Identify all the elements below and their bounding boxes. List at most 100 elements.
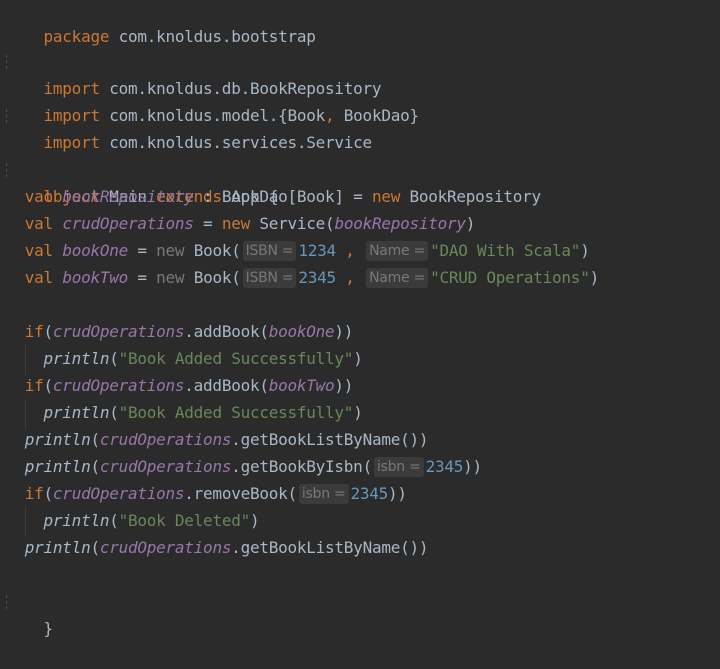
open-paren: ( xyxy=(109,349,119,368)
method-getbooklistbyname: .getBookListByName()) xyxy=(231,430,429,449)
keyword-import: import xyxy=(43,133,101,152)
string-literal: "CRUD Operations" xyxy=(430,268,590,287)
close-parens: )) xyxy=(334,376,354,395)
fold-marker-icon[interactable] xyxy=(6,55,10,69)
param-hint: Name = xyxy=(366,241,429,261)
comma: , xyxy=(335,268,365,287)
close-parens: )) xyxy=(388,484,407,503)
close-paren: ) xyxy=(589,268,600,287)
keyword-val: val xyxy=(24,268,53,287)
keyword-val: val xyxy=(24,187,53,206)
var-bookone: bookOne xyxy=(62,241,128,260)
code-line-val-booktwo: val bookTwo = new Book(ISBN = 2345 , Name… xyxy=(6,264,599,291)
keyword-new: new xyxy=(156,241,185,260)
code-line-println-deleted: println("Book Deleted") xyxy=(6,507,260,534)
keyword-if: if xyxy=(24,484,44,503)
fold-marker-icon[interactable] xyxy=(6,163,10,177)
code-line-object: object Main extends App { xyxy=(6,156,278,206)
method-getbooklistbyname: .getBookListByName()) xyxy=(231,538,429,557)
string-literal: "Book Added Successfully" xyxy=(118,403,354,422)
equals: = xyxy=(128,268,157,287)
param-hint: ISBN = xyxy=(242,241,297,261)
function-println: println xyxy=(43,403,110,422)
method-addbook: .addBook( xyxy=(184,322,269,341)
var-crudoperations: crudOperations xyxy=(52,376,185,395)
number-literal: 2345 xyxy=(425,457,464,476)
code-line-val-bookone: val bookOne = new Book(ISBN = 1234 , Name… xyxy=(6,237,590,264)
open-paren: ( xyxy=(43,322,54,341)
var-bookrepository: bookRepository xyxy=(334,214,466,233)
code-line-if-addbook-two: if(crudOperations.addBook(bookTwo)) xyxy=(6,372,354,399)
string-literal: "Book Added Successfully" xyxy=(118,349,354,368)
comma: , xyxy=(335,241,365,260)
function-println: println xyxy=(43,511,110,530)
var-crudoperations: crudOperations xyxy=(52,484,185,503)
function-println: println xyxy=(24,538,91,557)
open-paren: ( xyxy=(109,403,119,422)
code-line-val-bookrepository: val bookRepository : BookDao[Book] = new… xyxy=(6,183,541,210)
class-name: Book( xyxy=(184,268,241,287)
open-paren: ( xyxy=(90,538,100,557)
number-literal: 2345 xyxy=(350,484,389,503)
close-paren: ) xyxy=(249,511,260,530)
open-paren: ( xyxy=(43,484,54,503)
keyword-val: val xyxy=(24,241,53,260)
code-line-println-byisbn: println(crudOperations.getBookByIsbn(isb… xyxy=(6,453,482,480)
code-line-if-removebook: if(crudOperations.removeBook(isbn = 2345)… xyxy=(6,480,407,507)
code-line-import-1: import com.knoldus.db.BookRepository xyxy=(6,48,382,98)
param-hint: Name = xyxy=(366,268,429,288)
code-line-package: package com.knoldus.bootstrap xyxy=(6,0,316,46)
var-crudoperations: crudOperations xyxy=(99,538,232,557)
code-editor[interactable]: package com.knoldus.bootstrap import com… xyxy=(0,0,720,638)
var-crudoperations: crudOperations xyxy=(99,430,232,449)
import-path: com.knoldus.services.Service xyxy=(99,133,372,152)
param-hint: ISBN = xyxy=(242,268,297,288)
method-addbook: .addBook( xyxy=(184,376,269,395)
var-crudoperations: crudOperations xyxy=(62,214,194,233)
function-println: println xyxy=(24,430,91,449)
var-booktwo: bookTwo xyxy=(268,376,335,395)
code-line-println-list-1: println(crudOperations.getBookListByName… xyxy=(6,426,429,453)
fold-marker-icon[interactable] xyxy=(6,595,10,609)
class-name: Service( xyxy=(249,214,335,233)
close-parens: )) xyxy=(463,457,482,476)
keyword-new: new xyxy=(156,268,185,287)
keyword-new: new xyxy=(221,214,250,233)
fold-marker-icon[interactable] xyxy=(6,109,10,123)
code-line-import-3: import com.knoldus.services.Service xyxy=(6,102,372,152)
var-booktwo: bookTwo xyxy=(62,268,128,287)
close-paren: ) xyxy=(465,214,476,233)
keyword-if: if xyxy=(24,376,44,395)
method-getbookbyisbn: .getBookByIsbn( xyxy=(231,457,372,476)
var-bookrepository: bookRepository xyxy=(62,187,194,206)
code-line-println-added-2: println("Book Added Successfully") xyxy=(6,399,363,426)
code-line-val-crudoperations: val crudOperations = new Service(bookRep… xyxy=(6,210,476,237)
open-paren: ( xyxy=(43,376,54,395)
package-name: com.knoldus.bootstrap xyxy=(109,27,316,46)
number-literal: 2345 xyxy=(298,268,336,287)
close-brace: } xyxy=(43,619,54,638)
var-crudoperations: crudOperations xyxy=(52,322,185,341)
method-removebook: .removeBook( xyxy=(184,484,297,503)
type-annotation: : BookDao[Book] = xyxy=(193,187,372,206)
code-line-close-brace: } xyxy=(6,588,53,638)
close-paren: ) xyxy=(580,241,590,260)
param-hint: isbn = xyxy=(373,457,424,477)
function-println: println xyxy=(43,349,110,368)
close-paren: ) xyxy=(353,403,363,422)
number-literal: 1234 xyxy=(298,241,336,260)
string-literal: "Book Deleted" xyxy=(118,511,251,530)
keyword-if: if xyxy=(24,322,44,341)
keyword-package: package xyxy=(43,27,110,46)
close-parens: )) xyxy=(334,322,354,341)
code-line-println-list-2: println(crudOperations.getBookListByName… xyxy=(6,534,429,561)
keyword-val: val xyxy=(24,214,53,233)
code-line-println-added-1: println("Book Added Successfully") xyxy=(6,345,363,372)
close-paren: ) xyxy=(353,349,363,368)
string-literal: "DAO With Scala" xyxy=(430,241,581,260)
equals: = xyxy=(193,214,222,233)
function-println: println xyxy=(24,457,91,476)
code-line-if-addbook-one: if(crudOperations.addBook(bookOne)) xyxy=(6,318,354,345)
class-name: Book( xyxy=(184,241,241,260)
param-hint: isbn = xyxy=(298,484,349,504)
